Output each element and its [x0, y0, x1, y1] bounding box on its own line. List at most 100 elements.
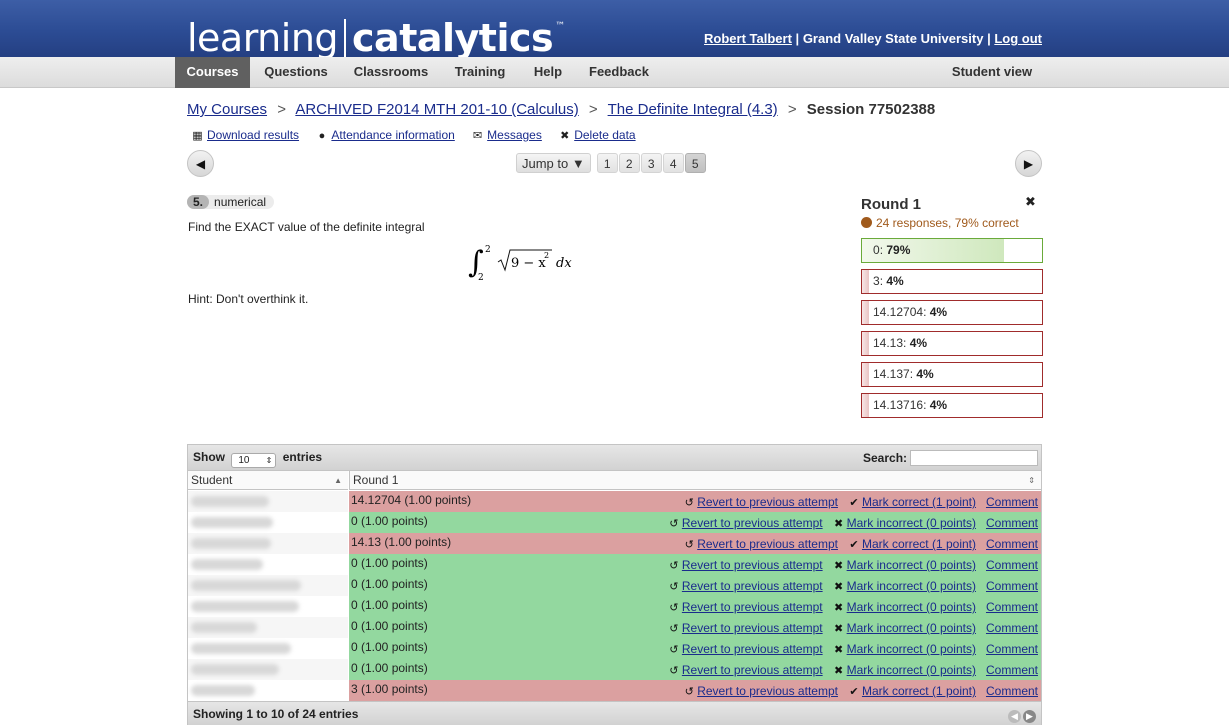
response-label: 14.13716: 4%	[873, 398, 948, 412]
revert-attempt-link[interactable]: Revert to previous attempt	[682, 663, 823, 677]
page-button-4[interactable]: 4	[662, 153, 684, 173]
jump-to-dropdown[interactable]: Jump to ▼	[516, 153, 591, 173]
integral-expression: ∫ 2 2 9 − x 2 dx	[468, 240, 578, 288]
student-name-cell	[188, 575, 348, 596]
response-bar: 14.12704: 4%	[861, 300, 1043, 325]
revert-attempt-link[interactable]: Revert to previous attempt	[682, 600, 823, 614]
revert-attempt-link[interactable]: Revert to previous attempt	[682, 579, 823, 593]
response-answer: 0	[873, 243, 880, 257]
table-toolbar: Show 10 ⇕ entries Search:	[188, 445, 1041, 471]
close-icon: ✖	[834, 518, 844, 530]
comment-link[interactable]: Comment	[986, 621, 1038, 635]
breadcrumb-course[interactable]: ARCHIVED F2014 MTH 201-10 (Calculus)	[295, 101, 578, 118]
search-control: Search:	[863, 450, 1039, 466]
close-icon: ✖	[834, 623, 844, 635]
revert-attempt-link[interactable]: Revert to previous attempt	[682, 642, 823, 656]
prev-question-button[interactable]: ◀	[187, 150, 214, 177]
user-name-link[interactable]: Robert Talbert	[704, 31, 792, 46]
redacted-student-name	[191, 517, 273, 528]
revert-icon: ↺	[669, 602, 679, 614]
comment-link[interactable]: Comment	[986, 663, 1038, 677]
redacted-student-name	[191, 580, 301, 591]
revert-attempt-link[interactable]: Revert to previous attempt	[682, 558, 823, 572]
revert-attempt-link[interactable]: Revert to previous attempt	[697, 684, 838, 698]
logo-divider	[344, 19, 347, 57]
table-pagination: ◀ ▶	[1006, 707, 1036, 723]
round-title: Round 1	[861, 196, 921, 213]
messages-link[interactable]: Messages	[487, 128, 542, 142]
delete-data-link[interactable]: Delete data	[574, 128, 635, 142]
mark-correct-link[interactable]: Mark correct (1 point)	[862, 684, 976, 698]
column-round-label: Round 1	[353, 473, 399, 487]
entries-value: 10	[238, 455, 250, 466]
search-input[interactable]	[910, 450, 1039, 466]
mark-incorrect-link[interactable]: Mark incorrect (0 points)	[847, 600, 976, 614]
revert-icon: ↺	[669, 665, 679, 677]
mark-incorrect-link[interactable]: Mark incorrect (0 points)	[847, 579, 976, 593]
response-bar: 14.137: 4%	[861, 362, 1043, 387]
mark-incorrect-link[interactable]: Mark incorrect (0 points)	[847, 558, 976, 572]
session-actions: ▦ Download results ● Attendance informatio…	[192, 128, 650, 142]
attendance-link[interactable]: Attendance information	[331, 128, 454, 142]
mark-correct-link[interactable]: Mark correct (1 point)	[862, 495, 976, 509]
response-label: 14.12704: 4%	[873, 305, 948, 319]
comment-link[interactable]: Comment	[986, 537, 1038, 551]
user-separator: |	[795, 31, 800, 46]
nav-training[interactable]: Training	[448, 57, 512, 88]
student-view-button[interactable]: Student view	[944, 57, 1040, 88]
revert-attempt-link[interactable]: Revert to previous attempt	[697, 495, 838, 509]
nav-questions[interactable]: Questions	[258, 57, 334, 88]
prev-page-icon[interactable]: ◀	[1008, 710, 1021, 723]
mark-incorrect-link[interactable]: Mark incorrect (0 points)	[847, 516, 976, 530]
page-button-5[interactable]: 5	[684, 153, 706, 173]
integrand: 9 − x	[511, 256, 546, 271]
response-value: 0 (1.00 points)	[351, 514, 428, 528]
comment-link[interactable]: Comment	[986, 684, 1038, 698]
column-header-round[interactable]: Round 1 ⇕	[349, 471, 1041, 490]
revert-attempt-link[interactable]: Revert to previous attempt	[682, 516, 823, 530]
revert-icon: ↺	[684, 497, 694, 509]
student-name-cell	[188, 596, 348, 617]
nav-courses[interactable]: Courses	[175, 57, 250, 88]
response-percent: 79%	[886, 243, 911, 257]
next-page-icon[interactable]: ▶	[1023, 710, 1036, 723]
mark-correct-link[interactable]: Mark correct (1 point)	[862, 537, 976, 551]
revert-attempt-link[interactable]: Revert to previous attempt	[682, 621, 823, 635]
nav-help[interactable]: Help	[526, 57, 570, 88]
integrand-exponent: 2	[544, 251, 549, 260]
breadcrumb-module[interactable]: The Definite Integral (4.3)	[608, 101, 778, 118]
download-results-link[interactable]: Download results	[207, 128, 299, 142]
comment-link[interactable]: Comment	[986, 495, 1038, 509]
nav-classrooms[interactable]: Classrooms	[346, 57, 436, 88]
round-stats-text: 24 responses, 79% correct	[876, 216, 1019, 230]
mark-incorrect-link[interactable]: Mark incorrect (0 points)	[847, 621, 976, 635]
next-question-button[interactable]: ▶	[1015, 150, 1042, 177]
nav-feedback[interactable]: Feedback	[583, 57, 655, 88]
row-actions: ↺ Revert to previous attempt ✖ Mark incorre…	[658, 577, 1038, 596]
page-button-2[interactable]: 2	[618, 153, 640, 173]
mark-incorrect-link[interactable]: Mark incorrect (0 points)	[847, 663, 976, 677]
table-row: 0 (1.00 points) ↺ Revert to previous attem…	[349, 512, 1041, 533]
close-round-button[interactable]: ✖	[1025, 194, 1036, 210]
mark-incorrect-link[interactable]: Mark incorrect (0 points)	[847, 642, 976, 656]
column-header-student[interactable]: Student ▲	[188, 471, 348, 490]
response-value: 3 (1.00 points)	[351, 682, 428, 696]
comment-link[interactable]: Comment	[986, 579, 1038, 593]
row-actions: ↺ Revert to previous attempt ✔ Mark correct…	[673, 493, 1038, 512]
page-button-3[interactable]: 3	[640, 153, 662, 173]
response-answer: 14.13	[873, 336, 904, 350]
comment-link[interactable]: Comment	[986, 558, 1038, 572]
comment-link[interactable]: Comment	[986, 516, 1038, 530]
row-actions: ↺ Revert to previous attempt ✖ Mark incorre…	[658, 514, 1038, 533]
entries-select[interactable]: 10 ⇕	[231, 453, 277, 468]
logout-link[interactable]: Log out	[994, 31, 1042, 46]
redacted-student-name	[191, 643, 291, 654]
response-answer: 14.13716	[873, 398, 924, 412]
redacted-student-name	[191, 496, 269, 507]
comment-link[interactable]: Comment	[986, 600, 1038, 614]
breadcrumb-my-courses[interactable]: My Courses	[187, 101, 267, 118]
results-table: Show 10 ⇕ entries Search: Student ▲ Round …	[187, 444, 1042, 725]
page-button-1[interactable]: 1	[596, 153, 618, 173]
revert-attempt-link[interactable]: Revert to previous attempt	[697, 537, 838, 551]
comment-link[interactable]: Comment	[986, 642, 1038, 656]
